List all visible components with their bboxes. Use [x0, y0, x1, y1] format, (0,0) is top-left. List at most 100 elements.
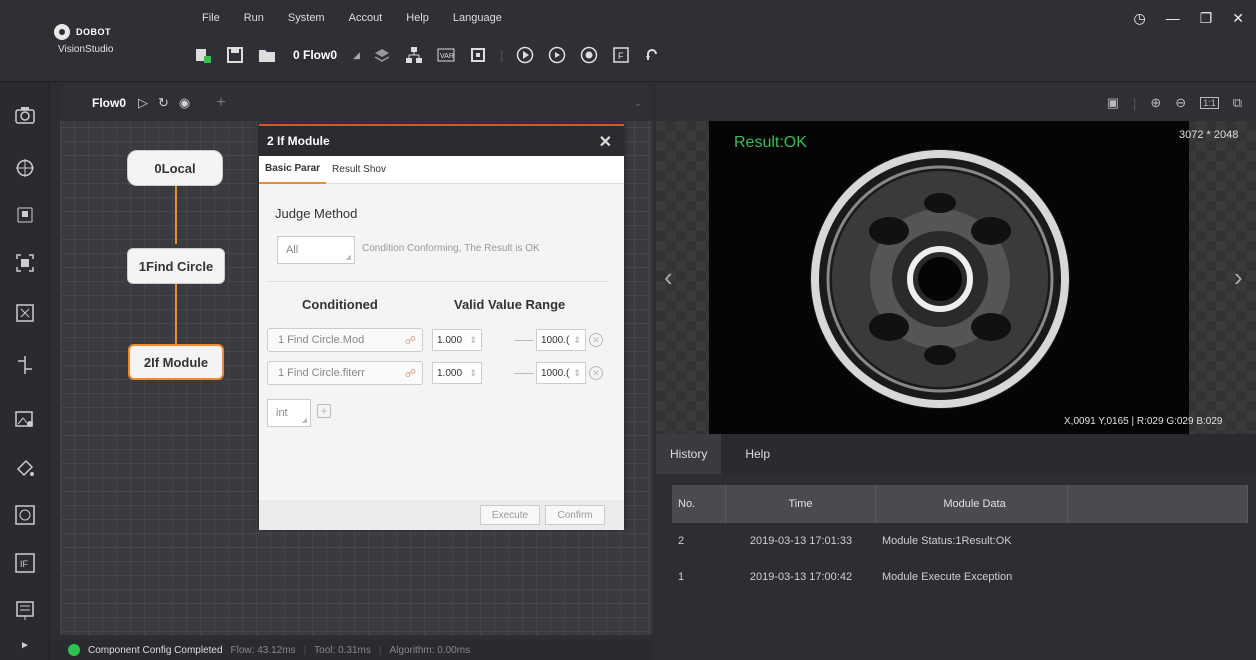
svg-text:F: F: [618, 51, 624, 61]
menu-help[interactable]: Help: [406, 12, 429, 24]
pixel-info: X,0091 Y,0165 | R:029 G:029 B:029: [1064, 416, 1223, 427]
menu-file[interactable]: File: [202, 12, 220, 24]
flow-tab-bar: Flow0 ▷ ↻ ◉ + ⌄: [60, 85, 652, 121]
remove-condition-icon[interactable]: ✕: [589, 366, 603, 380]
spin-icon[interactable]: ⇕: [469, 368, 477, 379]
node-local[interactable]: 0Local: [127, 150, 223, 186]
image-processing-icon[interactable]: [12, 406, 38, 432]
add-condition-icon[interactable]: +: [317, 404, 331, 418]
status-bar: Component Config Completed Flow: 43.12ms…: [50, 640, 652, 660]
execute-button[interactable]: Execute: [480, 505, 540, 525]
image-canvas[interactable]: [709, 121, 1189, 434]
spin-icon[interactable]: ⇕: [573, 335, 581, 346]
bottom-tabs: History Help: [656, 434, 1256, 474]
menu-run[interactable]: Run: [244, 12, 264, 24]
link-icon[interactable]: ☍: [405, 334, 416, 347]
flow-time: Flow: 43.12ms: [230, 644, 296, 656]
chevron-down-icon[interactable]: ◢: [353, 50, 360, 61]
target-icon[interactable]: [12, 155, 38, 181]
type-select[interactable]: int ◢: [267, 399, 311, 427]
status-ok-icon: [68, 644, 80, 656]
layers-icon[interactable]: [372, 45, 392, 65]
restore-icon[interactable]: ❐: [1200, 10, 1213, 27]
menu-language[interactable]: Language: [453, 12, 502, 24]
close-icon[interactable]: ✕: [1232, 10, 1244, 27]
communication-icon[interactable]: [12, 598, 38, 624]
judge-method-select[interactable]: All ◢: [277, 236, 355, 264]
variable-icon[interactable]: VAR: [436, 45, 456, 65]
type-select-value: int: [276, 407, 288, 419]
calibration-icon[interactable]: [12, 300, 38, 326]
menu-account[interactable]: Accout: [349, 12, 383, 24]
header-spacer: [1068, 485, 1248, 523]
node-if-module[interactable]: 2If Module: [128, 344, 224, 380]
max-value-1[interactable]: 1000.(⇕: [536, 329, 586, 351]
ocr-icon[interactable]: [12, 502, 38, 528]
color-icon[interactable]: [12, 454, 38, 480]
close-icon[interactable]: ✕: [599, 132, 612, 152]
new-solution-icon[interactable]: [193, 45, 213, 65]
tab-history[interactable]: History: [656, 434, 722, 474]
tab-basic-param[interactable]: Basic Parar: [259, 156, 327, 184]
run-loop-icon[interactable]: [547, 45, 567, 65]
actual-size-icon[interactable]: 1:1: [1200, 97, 1219, 109]
link-icon[interactable]: ☍: [405, 367, 416, 380]
flow-run-icon[interactable]: ▷: [138, 95, 148, 111]
min-value-2[interactable]: 1.000 ⇕: [432, 362, 482, 384]
table-row[interactable]: 1 2019-03-13 17:00:42 Module Execute Exc…: [672, 559, 1248, 595]
viewer-toolbar: ▣ | ⊕ ⊖ 1:1 ⧉: [656, 85, 1256, 121]
menu-system[interactable]: System: [288, 12, 325, 24]
undo-icon[interactable]: [643, 45, 663, 65]
next-image-icon[interactable]: ›: [1234, 262, 1243, 293]
run-once-icon[interactable]: [515, 45, 535, 65]
fullscreen-icon[interactable]: ⧉: [1233, 95, 1242, 111]
min-value-1[interactable]: 1.000 ⇕: [432, 329, 482, 351]
recognition-icon[interactable]: [12, 250, 38, 276]
condition-field-2[interactable]: 1 Find Circle.fiterr ☍: [267, 361, 423, 385]
max-value-2[interactable]: 1000.(⇕: [536, 362, 586, 384]
clock-icon[interactable]: ◷: [1133, 10, 1145, 27]
zoom-out-icon[interactable]: ⊖: [1175, 95, 1186, 111]
header-no: No.: [672, 485, 726, 523]
window-controls: ◷ — ❐ ✕: [1133, 10, 1244, 27]
alignment-icon[interactable]: [12, 352, 38, 378]
status-message: Component Config Completed: [88, 644, 223, 656]
save-icon[interactable]: [225, 45, 245, 65]
image-dimensions: 3072 * 2048: [1179, 129, 1239, 141]
fit-icon[interactable]: ▣: [1107, 95, 1119, 111]
dialog-title: 2 If Module: [267, 134, 330, 148]
flow-stop-icon[interactable]: ◉: [179, 95, 190, 111]
condition-field-1[interactable]: 1 Find Circle.Mod ☍: [267, 328, 423, 352]
if-module-dialog: 2 If Module ✕ Basic Parar Result Shov: [259, 124, 624, 528]
flow-loop-icon[interactable]: ↻: [158, 95, 169, 111]
network-icon[interactable]: [404, 45, 424, 65]
condition-field-2-text: 1 Find Circle.fiterr: [278, 367, 365, 379]
tab-result-show[interactable]: Result Shov: [326, 156, 392, 184]
device-icon[interactable]: [468, 45, 488, 65]
spin-icon[interactable]: ⇕: [469, 335, 477, 346]
dobot-logo-icon: [54, 24, 70, 40]
tab-flow0[interactable]: Flow0: [92, 96, 126, 110]
tab-help[interactable]: Help: [721, 434, 794, 474]
minimize-icon[interactable]: —: [1166, 10, 1180, 27]
zoom-in-icon[interactable]: ⊕: [1150, 95, 1161, 111]
flow-select[interactable]: 0 Flow0: [289, 48, 341, 62]
stop-icon[interactable]: [579, 45, 599, 65]
expand-sidebar-icon[interactable]: ►: [12, 632, 38, 658]
table-row[interactable]: 2 2019-03-13 17:01:33 Module Status:1Res…: [672, 523, 1248, 559]
remove-condition-icon[interactable]: ✕: [589, 333, 603, 347]
prev-image-icon[interactable]: ‹: [664, 262, 673, 293]
flow-dropdown-icon[interactable]: ⌄: [634, 98, 642, 109]
format-icon[interactable]: F: [611, 45, 631, 65]
judge-method-value: All: [286, 244, 299, 256]
confirm-button[interactable]: Confirm: [545, 505, 605, 525]
cell-no: 1: [678, 571, 685, 583]
measure-icon[interactable]: [12, 202, 38, 228]
spin-icon[interactable]: ⇕: [573, 368, 581, 379]
camera-icon[interactable]: [12, 102, 38, 128]
node-find-circle[interactable]: 1Find Circle: [127, 248, 225, 284]
add-flow-icon[interactable]: +: [216, 94, 225, 112]
open-folder-icon[interactable]: [257, 45, 277, 65]
history-table: No. Time Module Data 2 2019-03-13 17:01:…: [672, 485, 1248, 595]
if-logic-icon[interactable]: IF: [12, 550, 38, 576]
